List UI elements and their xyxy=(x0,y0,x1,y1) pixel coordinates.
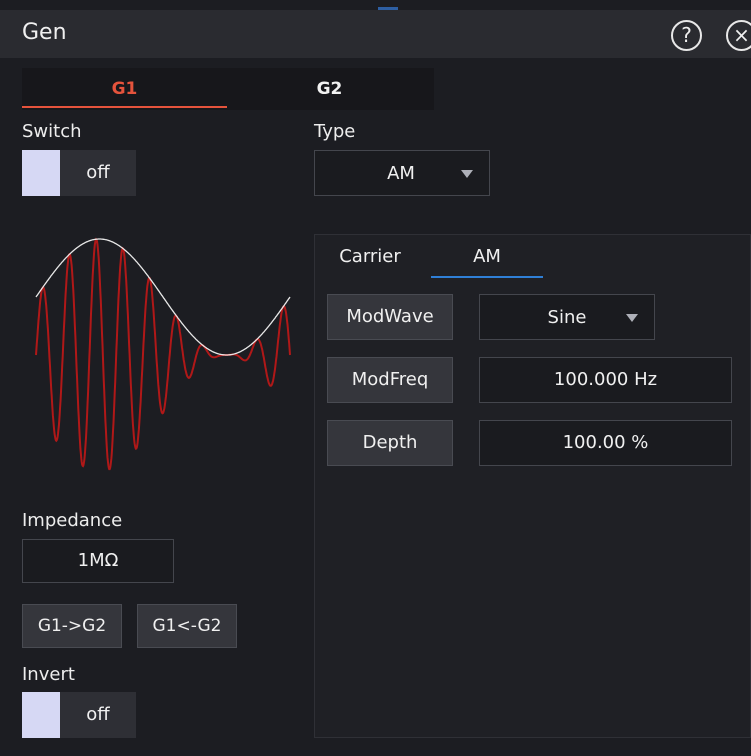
invert-toggle[interactable]: off xyxy=(22,692,136,738)
modfreq-button[interactable]: ModFreq xyxy=(327,357,453,403)
help-icon[interactable]: ? xyxy=(671,20,702,51)
carrier-waveform xyxy=(35,237,291,471)
tab-g1-underline xyxy=(22,106,227,108)
type-select[interactable]: AM xyxy=(314,150,490,196)
switch-knob xyxy=(22,150,60,196)
waveform-preview xyxy=(35,237,291,471)
modfreq-field[interactable]: 100.000 Hz xyxy=(479,357,732,403)
subtab-am-underline xyxy=(431,276,543,278)
tab-g2[interactable]: G2 xyxy=(227,68,432,110)
switch-state: off xyxy=(86,162,110,183)
subtab-carrier[interactable]: Carrier xyxy=(322,238,418,278)
modwave-button[interactable]: ModWave xyxy=(327,294,453,340)
subtab-am[interactable]: AM xyxy=(431,238,543,278)
invert-knob xyxy=(22,692,60,738)
copy-g2-to-g1-button[interactable]: G1<-G2 xyxy=(137,604,237,648)
type-label: Type xyxy=(314,121,356,142)
title-bar xyxy=(0,10,751,58)
tab-g1[interactable]: G1 xyxy=(22,68,227,110)
switch-toggle[interactable]: off xyxy=(22,150,136,196)
depth-button[interactable]: Depth xyxy=(327,420,453,466)
copy-g1-to-g2-button[interactable]: G1->G2 xyxy=(22,604,122,648)
close-icon[interactable]: × xyxy=(726,20,751,51)
top-strip xyxy=(0,0,751,10)
switch-label: Switch xyxy=(22,121,82,142)
modwave-select[interactable]: Sine xyxy=(479,294,655,340)
caret-down-icon xyxy=(461,170,473,178)
impedance-label: Impedance xyxy=(22,510,123,531)
invert-label: Invert xyxy=(22,664,75,685)
impedance-field[interactable]: 1MΩ xyxy=(22,539,174,583)
window-title: Gen xyxy=(22,20,67,45)
invert-state: off xyxy=(86,704,110,725)
depth-field[interactable]: 100.00 % xyxy=(479,420,732,466)
caret-down-icon xyxy=(626,314,638,322)
